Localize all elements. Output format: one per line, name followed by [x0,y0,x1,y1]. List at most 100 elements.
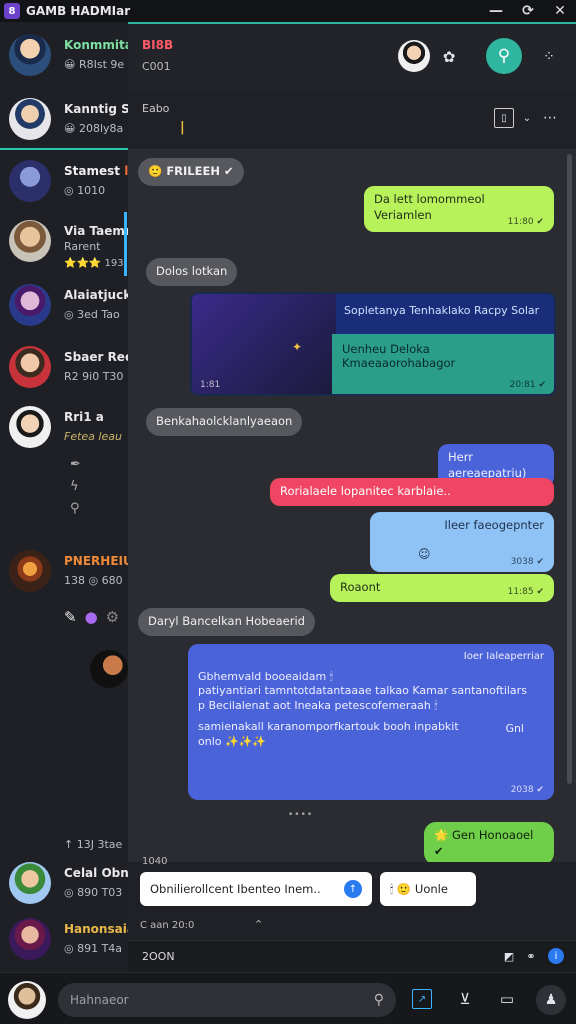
info-icon[interactable]: i [548,948,564,964]
zoom-label: 2OON [142,950,175,963]
avatar [9,34,51,76]
app-window: 8 GAMB HADMIar — ⟳ ✕ Konmmita 😀 R8Ist 9e… [0,0,576,1024]
search-placeholder: Hahnaeor [70,993,129,1007]
contact-item[interactable]: Konmmita 😀 R8Ist 9e [0,26,128,88]
emoji-icon[interactable]: ● [85,608,98,626]
message-line: onlo ✨✨✨ [198,734,267,748]
contact-item[interactable]: Hanonsaia ◎ 891 T4a [0,910,128,972]
composer-status: C aan 20:0 [140,920,195,931]
contact-item[interactable]: Celal Obnn ◎ 890 T03 [0,854,128,916]
contact-item[interactable]: Sbaer Ree R2 9i0 T30 [0,338,128,400]
search-input[interactable]: Hahnaeor ⚲ [58,983,396,1017]
contact-item[interactable]: Alaiatjuck ◎ 3ed Tao [0,276,128,338]
person-icon[interactable]: ⚲ [70,498,81,520]
message-list[interactable]: 🙂 FRILEEH ✔ Da lett lomommeol Veriamlen … [128,150,576,862]
media-message[interactable]: ✦ 1:81 Sopletanya Tenhaklako Racpy Solar… [190,292,556,396]
attach-icon[interactable]: ↗ [412,989,432,1009]
message-bubble-outgoing[interactable]: Rorialaele lopanitec karblaie.. [270,478,554,506]
sparkle-icon[interactable]: ✿ [438,46,460,68]
bookmark-icon[interactable]: ◩ [502,949,516,963]
media-thumbnail[interactable]: ✦ 1:81 [192,294,336,394]
grid-menu-icon[interactable]: ⁘ [538,46,560,68]
chevron-down-icon[interactable]: ⌄ [520,108,534,128]
message-bubble-outgoing[interactable]: 🌟 Gen Honoaoel ✔ [424,822,554,862]
contact-avatar[interactable] [398,40,430,72]
status-bar: 2OON ◩ ⚭ i [128,940,576,972]
avatar [9,160,51,202]
message-line: Gbhemvald booeaidam 🕯 [198,669,333,683]
message-bubble-incoming[interactable]: 🙂 FRILEEH ✔ [138,158,244,186]
contact-item[interactable]: Kanntig Sa 😀 208ly8a [0,90,128,152]
contacts-sidebar: Konmmita 😀 R8Ist 9e Kanntig Sa 😀 208ly8a… [0,22,128,972]
contact-name: Sbaer Ree [64,350,128,364]
message-input-text: Obnilierollcent Ibenteo Inem.. [150,882,321,896]
message-bubble-incoming[interactable]: Dolos lotkan [146,258,238,286]
avatar [9,918,51,960]
message-line: patiyantiari tamntotdatantaaae talkao Ka… [198,684,527,698]
contact-name: Hanonsaia [64,922,128,936]
search-icon[interactable]: ⚲ [374,992,384,1008]
contact-preview: Fetea leau [64,430,122,443]
quick-reply-button[interactable]: 🕯 🙂 Uonle [380,872,476,906]
contact-rating: ⭐⭐⭐ 193 [64,258,124,269]
avatar [9,346,51,388]
contact-item[interactable]: Rri1 a Fetea leau [0,398,128,460]
gear-icon[interactable]: ⚙ [106,608,119,626]
message-bubble-outgoing[interactable]: Da lett lomommeol Veriamlen 11:80 ✔ [364,186,554,232]
contact-name: Via Taemm [64,224,128,238]
message-time: 3038 ✔ [510,556,544,567]
contact-preview: R2 9i0 T30 [64,370,124,383]
inbox-icon[interactable]: ⊻ [454,989,476,1009]
contact-name: PNERHEIUN [64,554,128,568]
user-avatar[interactable] [8,981,46,1019]
pin-icon[interactable]: ✒ [70,454,81,476]
send-icon[interactable]: ↑ [344,880,362,898]
subheader-title: Eabo [142,102,170,115]
message-bubble-incoming[interactable]: Daryl Bancelkan Hobeaerid [138,608,315,636]
composer-area: 1040 Obnilierollcent Ibenteo Inem.. ↑ 🕯 … [128,856,576,940]
search-button[interactable]: ⚲ [486,38,522,74]
message-bubble-outgoing[interactable]: Ioer Ialeaperriar Gbhemvald booeaidam 🕯 … [188,644,554,800]
contact-preview: 😀 R8Ist 9e [64,58,125,71]
link-icon[interactable]: ⚭ [524,949,538,963]
message-bubble-outgoing[interactable]: Roaont 11:85 ✔ [330,574,554,602]
contact-name: Stamest loe [64,164,128,178]
panel-icon[interactable]: ▯ [494,108,514,128]
contact-preview: ◎ 891 T4a [64,942,123,955]
sidebar-divider [0,148,128,150]
message-bubble-incoming[interactable]: Benkahaolcklanlyaeaon [146,408,303,436]
contact-item[interactable]: Stamest loe ◎ 1010 [0,152,128,214]
chat-subtitle: C001 [142,60,171,73]
media-reply: Uenheu Deloka Kmaeaaorohabagor 20:81 ✔ [332,334,554,394]
pen-icon[interactable]: ✎ [64,608,77,626]
contact-preview: ◎ 1010 [64,184,106,197]
avatar [9,220,51,262]
avatar [9,98,51,140]
message-line: samienakall karanomporfkartouk booh inpa… [198,720,459,734]
text-cursor: | [180,120,185,135]
contact-preview: ◎ 890 T03 [64,886,123,899]
expand-icon[interactable]: ⌃ [254,918,263,931]
contact-item-selected[interactable]: Via Taemm Rarent ⭐⭐⭐ 193 [0,212,128,276]
restore-button[interactable]: ⟳ [512,3,544,19]
chat-header: BI8B C001 ✿ ⚲ ⁘ [128,22,576,90]
screen-icon[interactable]: ▭ [496,989,518,1009]
app-icon: 8 [4,3,20,19]
message-input[interactable]: Obnilierollcent Ibenteo Inem.. ↑ [140,872,372,906]
message-text: Ileer faeogepnter [444,518,544,532]
contact-name: Konmmita [64,38,128,52]
chat-scrollbar[interactable] [567,154,572,784]
date-divider: •••• [288,810,314,820]
contact-item[interactable]: PNERHEIUN 138 ◎ 680 [0,542,128,604]
media-caption-bar: Sopletanya Tenhaklako Racpy Solar [336,294,554,334]
message-bubble-outgoing[interactable]: Ileer faeogepnter ☺ 3038 ✔ [370,512,554,572]
bolt-icon[interactable]: ϟ [70,476,81,498]
contact-preview: 138 ◎ 680 [64,574,123,587]
message-time: 1:81 [200,380,221,390]
minimize-button[interactable]: — [480,3,512,19]
close-button[interactable]: ✕ [544,3,576,19]
more-icon[interactable]: ⋯ [540,108,560,128]
title-bar: 8 GAMB HADMIar — ⟳ ✕ [0,0,576,22]
avatar [9,550,51,592]
profile-button[interactable]: ♟ [536,985,566,1015]
